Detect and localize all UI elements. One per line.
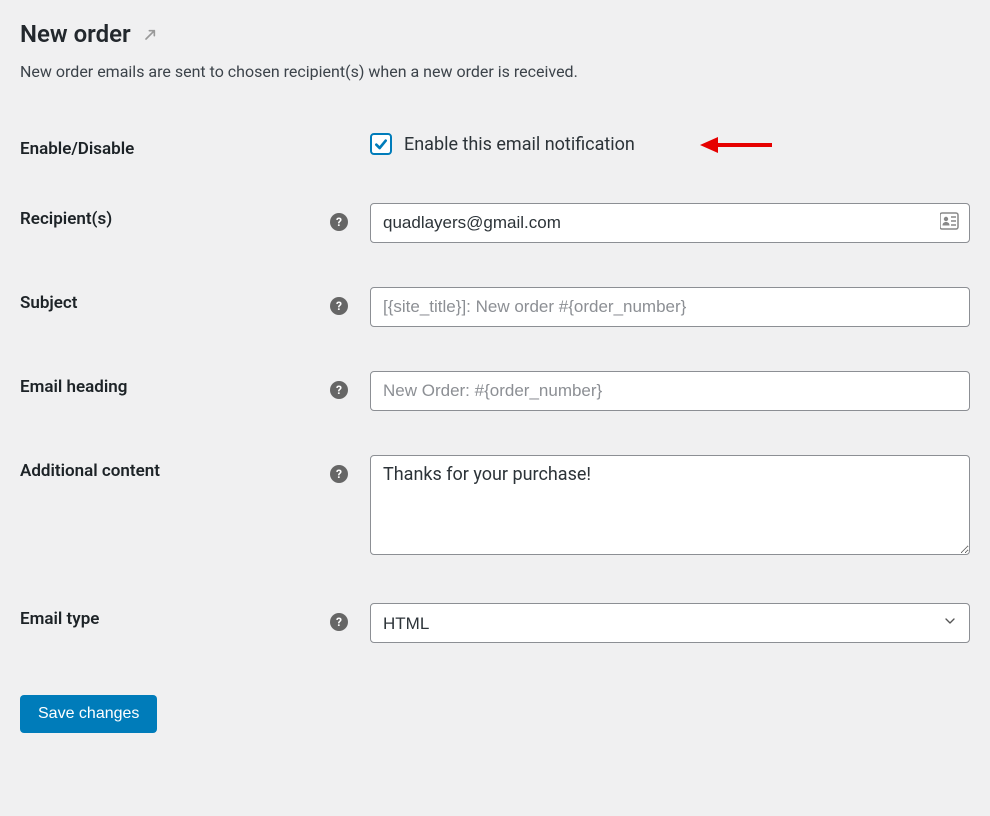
recipients-input[interactable] [370,203,970,243]
field-email-heading: Email heading ? [20,349,970,433]
enable-checkbox-label: Enable this email notification [404,134,635,155]
field-subject-label: Subject [20,287,330,313]
field-enable: Enable/Disable Enable this email notific… [20,111,970,181]
field-email-type-label: Email type [20,603,330,629]
field-email-type: Email type ? HTML [20,581,970,665]
help-icon[interactable]: ? [330,613,348,631]
email-heading-input[interactable] [370,371,970,411]
return-arrow-icon[interactable] [141,24,161,44]
contacts-icon[interactable] [940,212,960,234]
save-button[interactable]: Save changes [20,695,157,733]
help-icon[interactable]: ? [330,465,348,483]
page-header: New order New order emails are sent to c… [20,20,970,81]
field-additional-content-label: Additional content [20,455,330,481]
page-title: New order [20,20,131,48]
help-icon[interactable]: ? [330,297,348,315]
enable-checkbox[interactable] [370,133,392,155]
field-enable-label: Enable/Disable [20,133,330,159]
email-type-select[interactable]: HTML [370,603,970,643]
annotation-arrow-icon [700,135,772,159]
field-email-heading-label: Email heading [20,371,330,397]
subject-input[interactable] [370,287,970,327]
help-icon[interactable]: ? [330,381,348,399]
submit-row: Save changes [20,695,970,733]
settings-form: Enable/Disable Enable this email notific… [20,111,970,665]
page-description: New order emails are sent to chosen reci… [20,62,970,81]
field-recipients-label: Recipient(s) [20,203,330,229]
page-title-row: New order [20,20,970,48]
help-icon[interactable]: ? [330,213,348,231]
field-recipients: Recipient(s) ? [20,181,970,265]
field-subject: Subject ? [20,265,970,349]
field-additional-content: Additional content ? [20,433,970,581]
additional-content-textarea[interactable] [370,455,970,555]
